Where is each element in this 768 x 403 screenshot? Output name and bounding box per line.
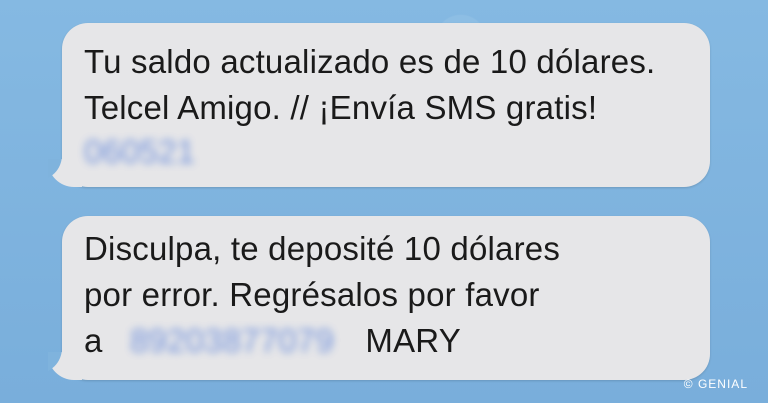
message-text-line: por error. Regrésalos por favor <box>84 276 540 313</box>
message-text-prefix: a <box>84 322 103 359</box>
bubble-tail <box>48 352 82 380</box>
message-text-line: a 89203877079 MARY <box>84 322 461 360</box>
message-text-line: Telcel Amigo. // ¡Envía SMS gratis! <box>84 89 598 126</box>
message-text-line: Tu saldo actualizado es de 10 dólares. <box>84 43 656 80</box>
message-bubble[interactable]: Disculpa, te deposité 10 dólares por err… <box>48 216 710 380</box>
blurred-code: 060521 <box>84 133 196 170</box>
bubble-tail <box>48 159 82 187</box>
message-bubble[interactable]: Tu saldo actualizado es de 10 dólares. T… <box>48 23 710 187</box>
sender-name: MARY <box>365 322 461 359</box>
watermark: © GENIAL <box>683 377 748 391</box>
blurred-phone-number: 89203877079 <box>129 322 335 359</box>
message-text-line: Disculpa, te deposité 10 dólares <box>84 230 561 267</box>
